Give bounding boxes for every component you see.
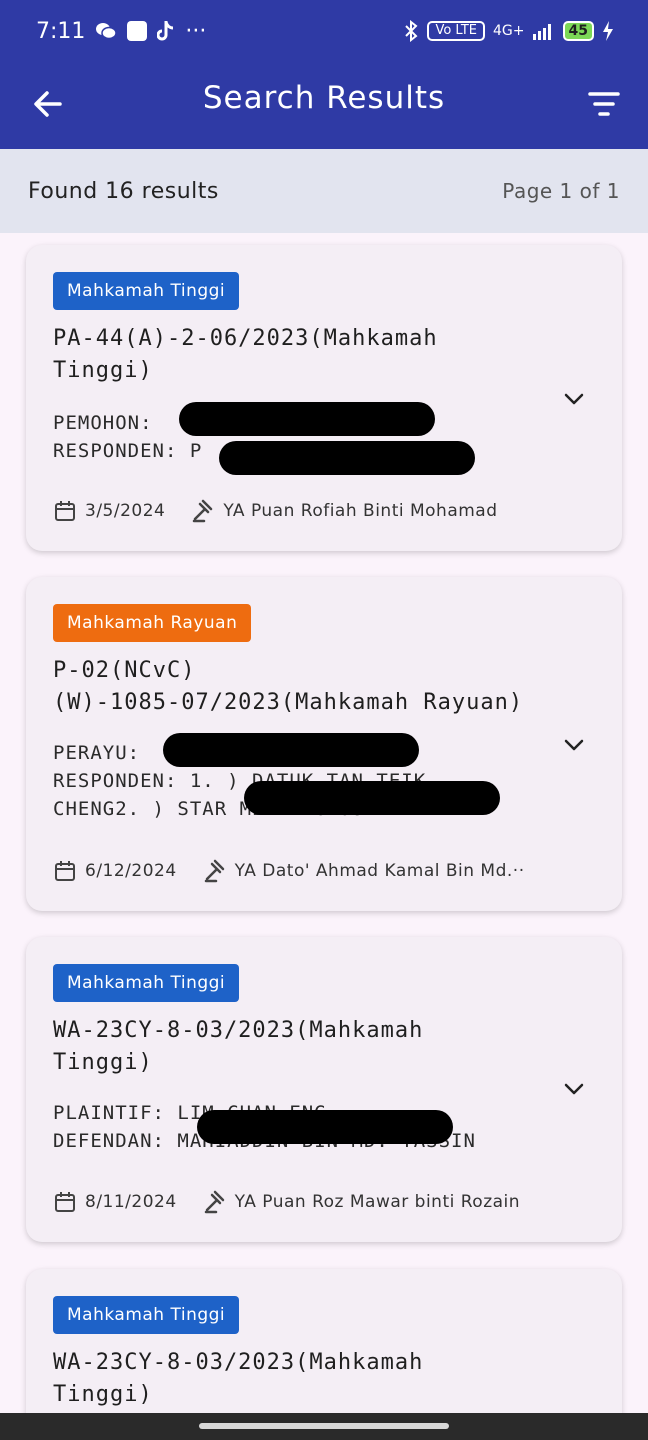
tiktok-icon bbox=[157, 21, 174, 41]
redaction-mark bbox=[163, 733, 419, 767]
result-card[interactable]: Mahkamah Tinggi WA-23CY-8-03/2023(Mahkam… bbox=[26, 937, 622, 1242]
gavel-icon bbox=[193, 499, 213, 523]
case-number-line: P-02(NCvC) bbox=[53, 658, 196, 683]
case-number-line: Tinggi) bbox=[53, 1050, 153, 1075]
status-time: 7:11 bbox=[36, 18, 86, 44]
case-number: WA-23CY-8-03/2023(Mahkamah Tinggi) bbox=[53, 1347, 533, 1411]
result-count: Found 16 results bbox=[28, 178, 219, 204]
page-title: Search Results bbox=[202, 80, 446, 116]
app-bar: 7:11 ··· Vo LTE 4G+ 45 Search Results bbox=[0, 0, 648, 149]
system-nav-bar bbox=[0, 1413, 648, 1440]
app-notification-icon bbox=[127, 21, 148, 41]
signal-icon bbox=[532, 24, 551, 40]
status-bar: 7:11 ··· Vo LTE 4G+ 45 bbox=[0, 0, 648, 62]
redaction-mark bbox=[219, 441, 475, 475]
court-badge: Mahkamah Tinggi bbox=[53, 1296, 240, 1334]
wechat-icon bbox=[96, 23, 118, 40]
case-meta: 8/11/2024 YA Puan Roz Mawar binti Rozain bbox=[53, 1190, 520, 1214]
hearing-date: 3/5/2024 bbox=[85, 501, 166, 521]
redaction-mark bbox=[179, 402, 435, 436]
case-number: P-02(NCvC) (W)-1085-07/2023(Mahkamah Ray… bbox=[53, 655, 583, 719]
case-meta: 6/12/2024 YA Dato' Ahmad Kamal Bin Md.·· bbox=[53, 859, 525, 883]
calendar-icon bbox=[55, 861, 75, 881]
hearing-date: 6/12/2024 bbox=[85, 861, 177, 881]
court-badge: Mahkamah Tinggi bbox=[53, 964, 240, 1002]
redaction-mark bbox=[197, 1110, 453, 1144]
case-number-line: Tinggi) bbox=[53, 1382, 153, 1407]
home-gesture-handle[interactable] bbox=[199, 1423, 449, 1429]
gavel-icon bbox=[204, 859, 224, 883]
calendar-icon bbox=[55, 1192, 75, 1212]
judge-name: YA Puan Roz Mawar binti Rozain bbox=[234, 1192, 521, 1212]
toolbar: Search Results bbox=[0, 62, 648, 149]
case-number-line: WA-23CY-8-03/2023(Mahkamah bbox=[53, 1350, 424, 1375]
bluetooth-icon bbox=[405, 20, 418, 42]
result-card[interactable]: Mahkamah Tinggi PA-44(A)-2-06/2023(Mahka… bbox=[26, 245, 622, 551]
case-number: PA-44(A)-2-06/2023(Mahkamah Tinggi) bbox=[53, 323, 533, 387]
case-number: WA-23CY-8-03/2023(Mahkamah Tinggi) bbox=[53, 1015, 533, 1079]
case-number-line: Tinggi) bbox=[53, 358, 153, 383]
judge-name: YA Puan Rofiah Binti Mohamad bbox=[223, 501, 498, 521]
volte-indicator: Vo LTE bbox=[427, 21, 486, 41]
case-number-line: PA-44(A)-2-06/2023(Mahkamah bbox=[53, 326, 438, 351]
case-meta: 3/5/2024 YA Puan Rofiah Binti Mohamad bbox=[53, 499, 498, 523]
result-card[interactable]: Mahkamah Rayuan P-02(NCvC) (W)-1085-07/2… bbox=[26, 577, 622, 911]
judge-name: YA Dato' Ahmad Kamal Bin Md.·· bbox=[234, 861, 525, 881]
case-number-line: (W)-1085-07/2023(Mahkamah Rayuan) bbox=[53, 690, 524, 715]
filter-icon[interactable] bbox=[584, 84, 624, 124]
case-number-line: WA-23CY-8-03/2023(Mahkamah bbox=[53, 1018, 424, 1043]
charging-icon bbox=[603, 21, 613, 41]
more-notifications: ··· bbox=[185, 18, 207, 44]
hearing-date: 8/11/2024 bbox=[85, 1192, 177, 1212]
page-indicator: Page 1 of 1 bbox=[502, 179, 620, 203]
calendar-icon bbox=[55, 501, 75, 521]
network-type: 4G+ bbox=[493, 23, 525, 39]
chevron-down-icon[interactable] bbox=[560, 1075, 588, 1103]
results-summary: Found 16 results Page 1 of 1 bbox=[0, 149, 648, 233]
gavel-icon bbox=[204, 1190, 224, 1214]
chevron-down-icon[interactable] bbox=[560, 731, 588, 759]
battery-indicator: 45 bbox=[562, 21, 594, 41]
court-badge: Mahkamah Tinggi bbox=[53, 272, 240, 310]
court-badge: Mahkamah Rayuan bbox=[53, 604, 252, 642]
chevron-down-icon[interactable] bbox=[560, 385, 588, 413]
redaction-mark bbox=[244, 781, 500, 815]
